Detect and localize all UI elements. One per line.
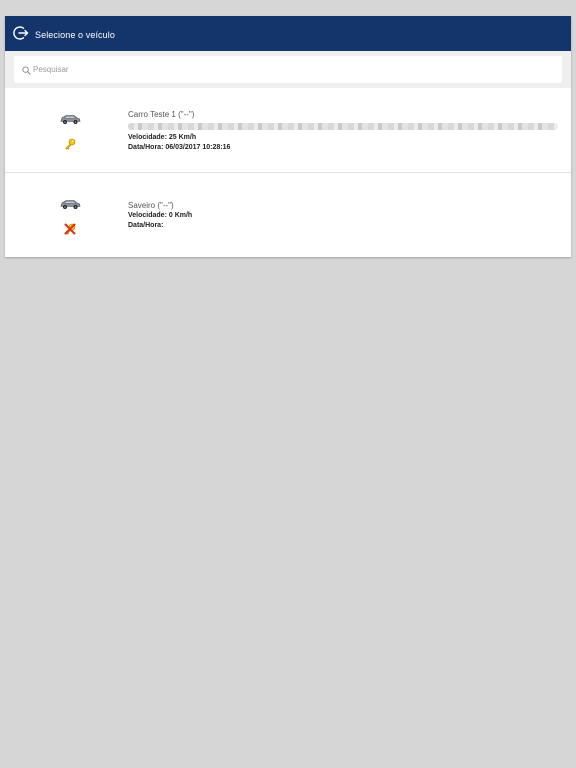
ignition-key-on-icon	[65, 138, 76, 150]
vehicle-list-item[interactable]: Saveiro ("--") Velocidade: 0 Km/h Data/H…	[5, 173, 571, 257]
vehicle-datetime: Data/Hora:	[128, 222, 163, 229]
datetime-value: 06/03/2017 10:28:16	[165, 144, 231, 151]
search-box[interactable]	[14, 56, 562, 83]
page-title: Selecione o veículo	[35, 30, 115, 40]
logout-arrow-icon[interactable]	[13, 25, 29, 41]
vehicle-name: Carro Teste 1 ("--")	[128, 110, 195, 119]
speed-label: Velocidade:	[128, 212, 167, 219]
search-icon	[22, 66, 31, 75]
vehicle-name: Saveiro ("--")	[128, 201, 174, 210]
vehicle-address	[128, 123, 558, 130]
search-input[interactable]	[33, 61, 553, 77]
car-icon	[60, 200, 81, 209]
datetime-label: Data/Hora:	[128, 144, 164, 151]
vehicle-selection-panel: Selecione o veículo Carro Teste 1 ("--")	[5, 16, 571, 257]
datetime-label: Data/Hora:	[128, 222, 164, 229]
speed-label: Velocidade:	[128, 134, 167, 141]
speed-value: 0 Km/h	[168, 212, 193, 219]
ignition-key-off-icon	[64, 223, 76, 235]
speed-value: 25 Km/h	[168, 134, 197, 141]
vehicle-list-item[interactable]: Carro Teste 1 ("--") Velocidade: 25 Km/h…	[5, 88, 571, 173]
vehicle-speed: Velocidade: 0 Km/h	[128, 212, 192, 219]
app-header: Selecione o veículo	[5, 16, 571, 51]
vehicle-speed: Velocidade: 25 Km/h	[128, 134, 196, 141]
search-bar	[5, 51, 571, 88]
vehicle-datetime: Data/Hora: 06/03/2017 10:28:16	[128, 144, 230, 151]
car-icon	[60, 115, 81, 124]
